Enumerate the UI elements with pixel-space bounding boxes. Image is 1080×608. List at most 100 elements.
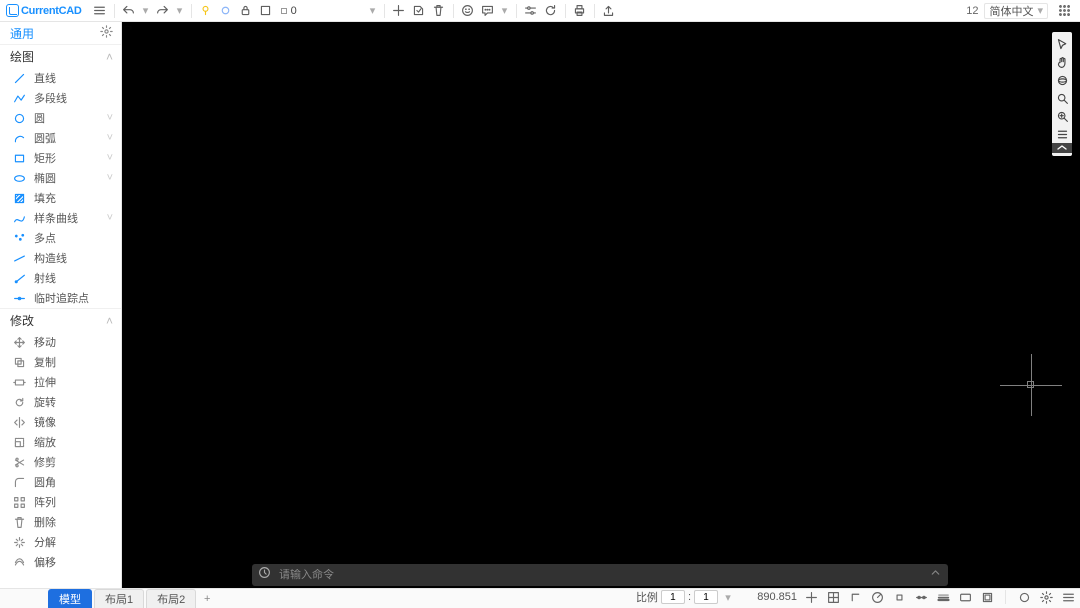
add-layout-tab[interactable]: + — [198, 593, 216, 605]
sidebar-item-label: 复制 — [34, 354, 56, 370]
redo-icon[interactable] — [153, 1, 173, 21]
ortho-toggle-icon[interactable] — [847, 589, 863, 605]
sidebar-settings-icon[interactable] — [100, 25, 113, 41]
undo-dropdown[interactable]: ▾ — [139, 4, 153, 17]
command-expand-icon[interactable] — [929, 566, 942, 584]
sidebar-item-delete[interactable]: 删除 — [0, 512, 121, 532]
copy-icon — [12, 355, 26, 369]
status-more-icon[interactable] — [1060, 589, 1076, 605]
orbit-tool-icon[interactable] — [1053, 71, 1071, 89]
snap-toggle-icon[interactable] — [803, 589, 819, 605]
otrack-toggle-icon[interactable] — [913, 589, 929, 605]
zoom-extents-icon[interactable] — [1053, 107, 1071, 125]
layer-visibility-icon[interactable] — [196, 1, 216, 21]
scale-denominator[interactable] — [694, 590, 718, 604]
sidebar-item-label: 删除 — [34, 514, 56, 530]
collapse-tools-icon[interactable] — [1052, 143, 1072, 153]
sidebar-item-label: 椭圆 — [34, 170, 56, 186]
sidebar-group-modify[interactable]: 修改 ˄ — [0, 308, 121, 332]
sidebar-item-ellipse[interactable]: 椭圆 ˅ — [0, 168, 121, 188]
refresh-icon[interactable] — [541, 1, 561, 21]
layout-tab[interactable]: 布局1 — [94, 589, 144, 608]
settings-sliders-icon[interactable] — [521, 1, 541, 21]
sidebar-item-circle[interactable]: 圆˅ — [0, 108, 121, 128]
current-layer-field[interactable]: 0 — [276, 3, 366, 19]
sidebar-item-label: 临时追踪点 — [34, 290, 89, 306]
sidebar-item-hatch[interactable]: 填充 — [0, 188, 121, 208]
settings-gear-icon[interactable] — [1038, 589, 1054, 605]
sidebar-item-label: 分解 — [34, 534, 56, 550]
pan-tool-icon[interactable] — [1053, 53, 1071, 71]
sidebar-item-label: 矩形 — [34, 150, 56, 166]
sidebar-item-line[interactable]: 直线 — [0, 68, 121, 88]
view-list-icon[interactable] — [1053, 125, 1071, 143]
points-icon — [12, 231, 26, 245]
app-menu-icon[interactable] — [1054, 1, 1074, 21]
sidebar-group-draw[interactable]: 绘图 ˄ — [0, 44, 121, 68]
sidebar-item-label: 修剪 — [34, 454, 56, 470]
cursor-tool-icon[interactable] — [1053, 35, 1071, 53]
add-icon[interactable] — [389, 1, 409, 21]
command-input[interactable] — [279, 569, 921, 581]
layer-color-icon[interactable] — [256, 1, 276, 21]
smile-icon[interactable] — [458, 1, 478, 21]
sidebar-item-polyline[interactable]: 多段线 — [0, 88, 121, 108]
export-icon[interactable] — [599, 1, 619, 21]
layer-dropdown[interactable]: ▾ — [366, 4, 380, 17]
model-paper-toggle-icon[interactable] — [979, 589, 995, 605]
scale-dropdown[interactable]: ▾ — [721, 591, 735, 604]
layout-tab[interactable]: 模型 — [48, 589, 92, 608]
sidebar-item-fillet[interactable]: 圆角 — [0, 472, 121, 492]
lineweight-toggle-icon[interactable] — [935, 589, 951, 605]
print-icon[interactable] — [570, 1, 590, 21]
layout-tab[interactable]: 布局2 — [146, 589, 196, 608]
sidebar-item-xline[interactable]: 构造线 — [0, 248, 121, 268]
comment-dropdown[interactable]: ▾ — [498, 4, 512, 17]
polar-toggle-icon[interactable] — [869, 589, 885, 605]
language-selector[interactable]: 简体中文 ▾ — [984, 3, 1048, 19]
sidebar-item-ray[interactable]: 射线 — [0, 268, 121, 288]
sidebar-item-trim[interactable]: 修剪 — [0, 452, 121, 472]
chevron-down-icon: ˅ — [107, 172, 113, 184]
undo-icon[interactable] — [119, 1, 139, 21]
sidebar-item-stretch[interactable]: 拉伸 — [0, 372, 121, 392]
app-logo: CurrentCAD — [6, 4, 82, 17]
sidebar-item-move[interactable]: 移动 — [0, 332, 121, 352]
sidebar-item-track[interactable]: 临时追踪点 — [0, 288, 121, 308]
sidebar-item-points[interactable]: 多点 — [0, 228, 121, 248]
sidebar-item-label: 移动 — [34, 334, 56, 350]
coordinate-readout: 890.851 — [741, 591, 797, 603]
sidebar-tab-common[interactable]: 通用 — [10, 25, 34, 42]
dynamic-input-icon[interactable] — [957, 589, 973, 605]
sidebar-item-rotate[interactable]: 旋转 — [0, 392, 121, 412]
sidebar-item-array[interactable]: 阵列 — [0, 492, 121, 512]
sidebar-item-spline[interactable]: 样条曲线˅ — [0, 208, 121, 228]
sidebar-item-scale[interactable]: 缩放 — [0, 432, 121, 452]
sidebar-item-label: 拉伸 — [34, 374, 56, 390]
notification-count[interactable]: 12 — [966, 5, 978, 17]
sidebar-item-offset[interactable]: 偏移 — [0, 552, 121, 572]
command-history-icon[interactable] — [258, 566, 271, 584]
render-icon[interactable] — [1016, 589, 1032, 605]
rect-icon — [12, 151, 26, 165]
osnap-toggle-icon[interactable] — [891, 589, 907, 605]
comment-icon[interactable] — [478, 1, 498, 21]
scale-numerator[interactable] — [661, 590, 685, 604]
toggle-layer-icon[interactable] — [409, 1, 429, 21]
trash-icon[interactable] — [429, 1, 449, 21]
chevron-down-icon: ˅ — [107, 212, 113, 224]
line-icon — [12, 71, 26, 85]
sidebar-item-arc[interactable]: 圆弧˅ — [0, 128, 121, 148]
zoom-window-icon[interactable] — [1053, 89, 1071, 107]
layer-freeze-icon[interactable] — [216, 1, 236, 21]
grid-toggle-icon[interactable] — [825, 589, 841, 605]
layer-lock-icon[interactable] — [236, 1, 256, 21]
redo-dropdown[interactable]: ▾ — [173, 4, 187, 17]
sidebar-item-rect[interactable]: 矩形˅ — [0, 148, 121, 168]
sidebar-item-copy[interactable]: 复制 — [0, 352, 121, 372]
drawing-canvas[interactable] — [122, 22, 1080, 588]
sidebar-item-explode[interactable]: 分解 — [0, 532, 121, 552]
menu-toggle-icon[interactable] — [90, 1, 110, 21]
move-icon — [12, 335, 26, 349]
sidebar-item-mirror[interactable]: 镜像 — [0, 412, 121, 432]
